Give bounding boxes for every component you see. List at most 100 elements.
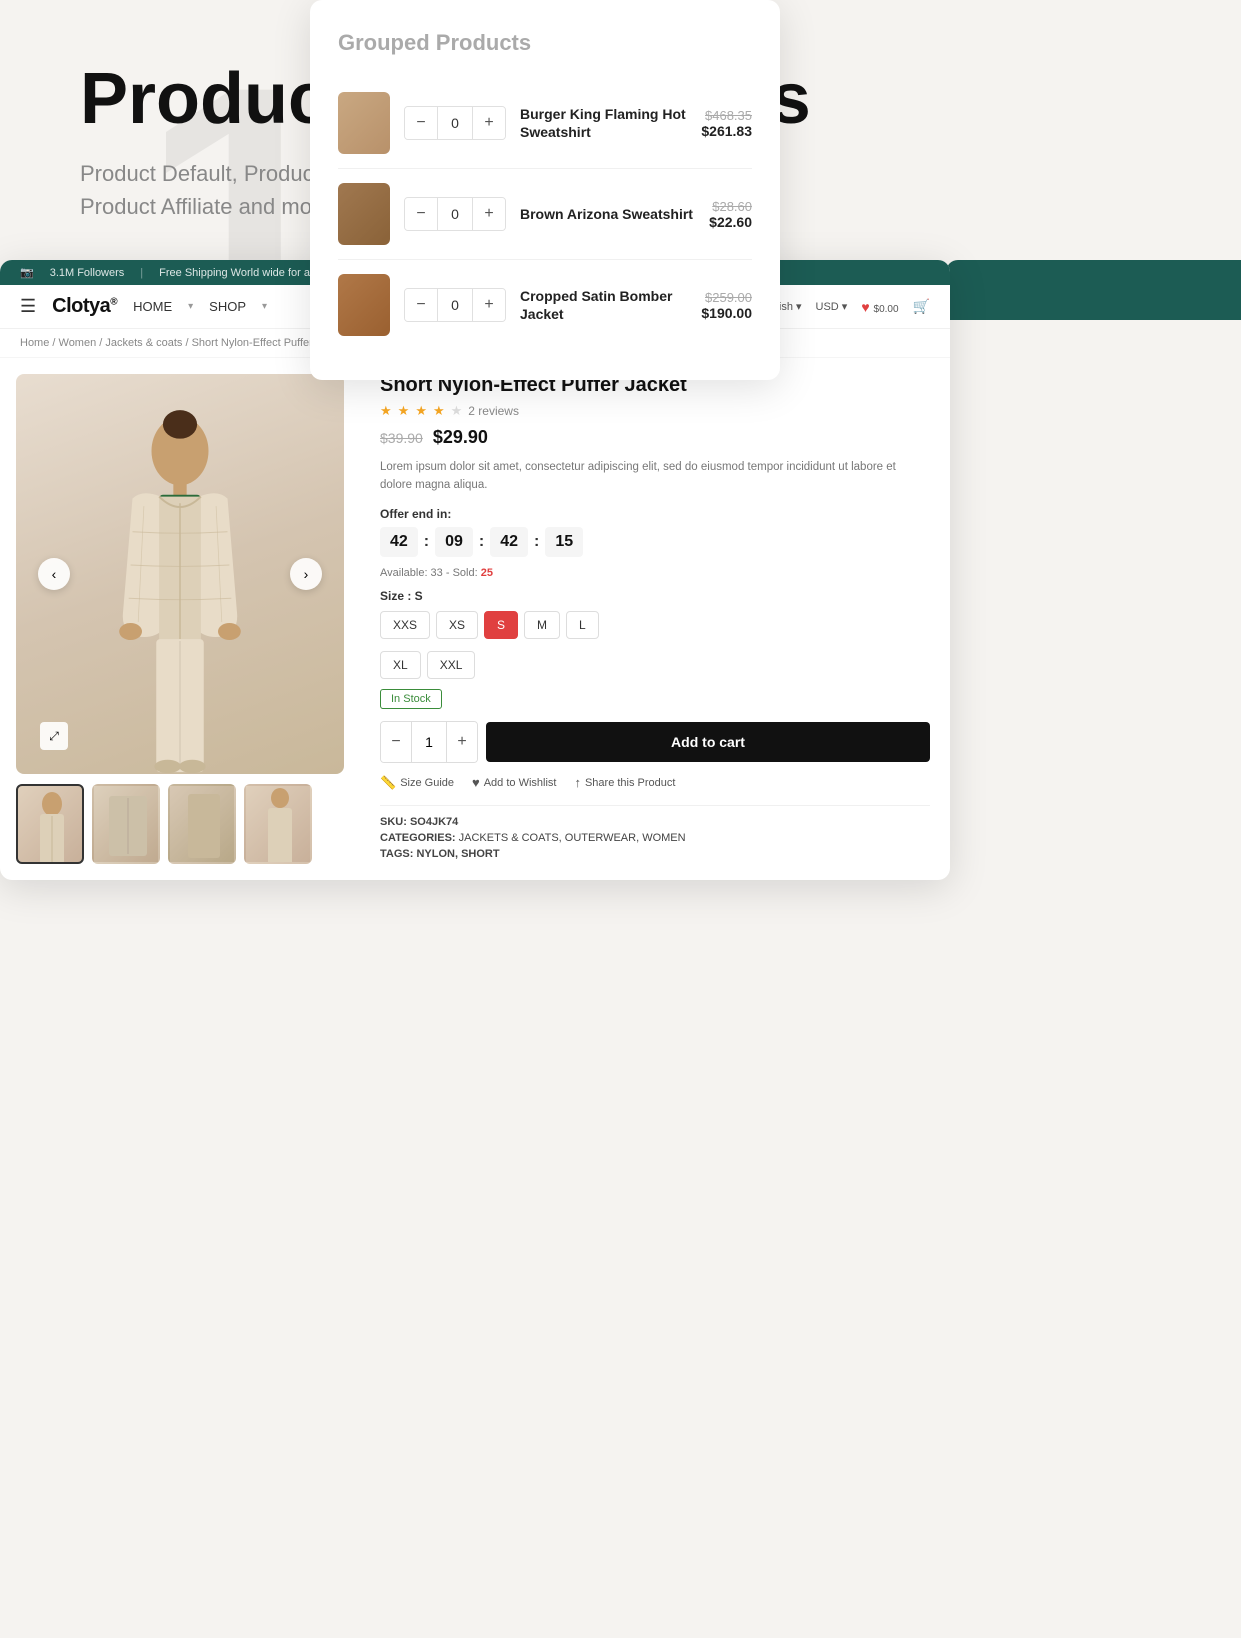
grouped-item-1-original-price: $468.35 bbox=[701, 108, 752, 123]
grouped-item-1-increment[interactable]: + bbox=[473, 107, 505, 139]
grouped-item-2-prices: $28.60 $22.60 bbox=[709, 199, 752, 230]
grouped-item-2: − 0 + Brown Arizona Sweatshirt $28.60 $2… bbox=[338, 169, 752, 260]
thumbnail-row bbox=[16, 784, 344, 864]
followers-count: 3.1M Followers bbox=[50, 267, 125, 279]
thumbnail-3[interactable] bbox=[168, 784, 236, 864]
countdown: 42 : 09 : 42 : 15 bbox=[380, 527, 930, 557]
price-row: $39.90 $29.90 bbox=[380, 427, 930, 448]
action-links: 📏 Size Guide ♥ Add to Wishlist ↑ Share t… bbox=[380, 775, 930, 791]
quantity-stepper[interactable]: − 1 + bbox=[380, 721, 478, 763]
product-area: ‹ › ⤢ bbox=[0, 358, 950, 880]
grouped-item-1-sale-price: $261.83 bbox=[701, 123, 752, 139]
thumbnail-1[interactable] bbox=[16, 784, 84, 864]
product-main-image: ‹ › ⤢ bbox=[16, 374, 344, 774]
size-guide-link[interactable]: 📏 Size Guide bbox=[380, 775, 454, 791]
grouped-item-3-info: Cropped Satin Bomber Jacket bbox=[520, 287, 687, 323]
size-l[interactable]: L bbox=[566, 611, 599, 639]
grouped-item-3-image bbox=[338, 274, 390, 336]
product-description: Lorem ipsum dolor sit amet, consectetur … bbox=[380, 458, 930, 495]
thumbnail-2[interactable] bbox=[92, 784, 160, 864]
grouped-item-1-prices: $468.35 $261.83 bbox=[701, 108, 752, 139]
add-to-cart-row: − 1 + Add to cart bbox=[380, 721, 930, 763]
countdown-ms: 15 bbox=[545, 527, 583, 557]
size-m[interactable]: M bbox=[524, 611, 560, 639]
share-link[interactable]: ↑ Share this Product bbox=[574, 775, 675, 790]
size-label: Size : S bbox=[380, 589, 930, 603]
separator: | bbox=[140, 267, 143, 279]
categories-link[interactable]: JACKETS & COATS, OUTERWEAR, WOMEN bbox=[459, 832, 686, 844]
grouped-item-1-image bbox=[338, 92, 390, 154]
topbar-right-partial bbox=[946, 260, 1241, 320]
grouped-item-3-original-price: $259.00 bbox=[701, 290, 752, 305]
sold-count: 25 bbox=[481, 567, 493, 579]
expand-button[interactable]: ⤢ bbox=[40, 722, 68, 750]
tags-row: tags: nylon, short bbox=[380, 848, 930, 860]
countdown-seconds: 42 bbox=[490, 527, 528, 557]
grouped-item-3-qty-control[interactable]: − 0 + bbox=[404, 288, 506, 322]
countdown-sep-2: : bbox=[479, 533, 484, 551]
share-icon: ↑ bbox=[574, 775, 581, 790]
qty-decrease[interactable]: − bbox=[381, 722, 411, 762]
store-logo[interactable]: Clotya® bbox=[52, 295, 117, 318]
grouped-item-1-name: Burger King Flaming Hot Sweatshirt bbox=[520, 105, 687, 141]
store-nav-left: ☰ Clotya® HOME ▾ SHOP ▾ bbox=[20, 295, 267, 318]
grouped-item-2-qty-control[interactable]: − 0 + bbox=[404, 197, 506, 231]
wishlist-link[interactable]: ♥ Add to Wishlist bbox=[472, 775, 556, 790]
grouped-item-3-prices: $259.00 $190.00 bbox=[701, 290, 752, 321]
nav-home-chevron: ▾ bbox=[188, 301, 193, 312]
countdown-sep-1: : bbox=[424, 533, 429, 551]
grouped-item-2-increment[interactable]: + bbox=[473, 198, 505, 230]
cart-icon[interactable]: 🛒 bbox=[913, 298, 930, 315]
wishlist-icon[interactable]: ♥ $0.00 bbox=[861, 299, 898, 315]
stock-badge: In Stock bbox=[380, 689, 442, 709]
grouped-item-2-info: Brown Arizona Sweatshirt bbox=[520, 205, 695, 223]
thumbnail-4[interactable] bbox=[244, 784, 312, 864]
available-row: Available: 33 - Sold: 25 bbox=[380, 567, 930, 579]
size-s[interactable]: S bbox=[484, 611, 518, 639]
star-5: ★ bbox=[451, 403, 463, 419]
product-details: Short Nylon-Effect Puffer Jacket ★ ★ ★ ★… bbox=[360, 358, 950, 880]
star-4: ★ bbox=[433, 403, 445, 419]
product-gallery: ‹ › ⤢ bbox=[0, 358, 360, 880]
instagram-icon: 📷 bbox=[20, 266, 34, 279]
grouped-item-1-decrement[interactable]: − bbox=[405, 107, 437, 139]
size-xl[interactable]: XL bbox=[380, 651, 421, 679]
gallery-prev-arrow[interactable]: ‹ bbox=[38, 558, 70, 590]
grouped-item-3-sale-price: $190.00 bbox=[701, 305, 752, 321]
nav-home[interactable]: HOME bbox=[133, 299, 172, 314]
grouped-item-3: − 0 + Cropped Satin Bomber Jacket $259.0… bbox=[338, 260, 752, 350]
nav-shop[interactable]: SHOP bbox=[209, 299, 246, 314]
heart-icon: ♥ bbox=[472, 775, 480, 790]
grouped-item-2-decrement[interactable]: − bbox=[405, 198, 437, 230]
categories-row: Categories: JACKETS & COATS, OUTERWEAR, … bbox=[380, 832, 930, 844]
size-options: XXS XS S M L XL XXL bbox=[380, 611, 930, 679]
hamburger-icon[interactable]: ☰ bbox=[20, 296, 36, 317]
countdown-hours: 42 bbox=[380, 527, 418, 557]
star-3: ★ bbox=[415, 403, 427, 419]
grouped-item-3-decrement[interactable]: − bbox=[405, 289, 437, 321]
grouped-item-3-name: Cropped Satin Bomber Jacket bbox=[520, 287, 687, 323]
stars-row: ★ ★ ★ ★ ★ 2 reviews bbox=[380, 403, 930, 419]
grouped-item-2-image bbox=[338, 183, 390, 245]
size-xs[interactable]: XS bbox=[436, 611, 478, 639]
grouped-products-card: Grouped Products − 0 + Burger King Flami… bbox=[310, 0, 780, 380]
grouped-item-2-original-price: $28.60 bbox=[709, 199, 752, 214]
reviews-count: 2 reviews bbox=[468, 404, 519, 418]
shipping-text: Free Shipping World wide for all ord bbox=[159, 267, 334, 279]
grouped-item-3-qty: 0 bbox=[437, 289, 473, 321]
size-xxs[interactable]: XXS bbox=[380, 611, 430, 639]
old-price: $39.90 bbox=[380, 430, 423, 446]
grouped-item-3-increment[interactable]: + bbox=[473, 289, 505, 321]
new-price: $29.90 bbox=[433, 427, 488, 448]
grouped-item-1-qty-control[interactable]: − 0 + bbox=[404, 106, 506, 140]
grouped-item-2-qty: 0 bbox=[437, 198, 473, 230]
currency-selector[interactable]: USD ▾ bbox=[816, 300, 848, 313]
nav-shop-chevron: ▾ bbox=[262, 301, 267, 312]
store-header-right: English ▾ USD ▾ ♥ $0.00 🛒 bbox=[757, 298, 930, 315]
add-to-cart-button[interactable]: Add to cart bbox=[486, 722, 930, 762]
star-1: ★ bbox=[380, 403, 392, 419]
star-2: ★ bbox=[398, 403, 410, 419]
qty-increase[interactable]: + bbox=[447, 722, 477, 762]
gallery-next-arrow[interactable]: › bbox=[290, 558, 322, 590]
size-xxl[interactable]: XXL bbox=[427, 651, 476, 679]
